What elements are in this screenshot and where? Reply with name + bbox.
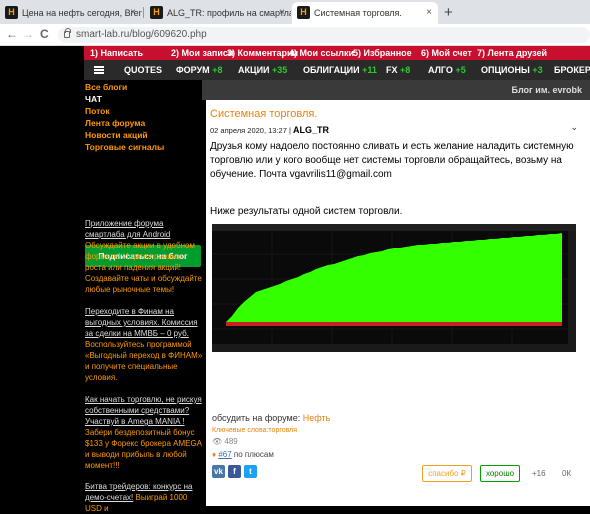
hamburger-icon[interactable]: [94, 66, 104, 74]
url-text: smart-lab.ru/blog/609620.php: [76, 29, 207, 40]
close-tab-icon[interactable]: ×: [130, 7, 136, 18]
chevron-down-icon[interactable]: ⌄: [570, 122, 578, 133]
nav-bonds[interactable]: ОБЛИГАЦИИ +11: [303, 60, 377, 80]
smartlab-favicon-icon: H: [297, 6, 310, 19]
post-body-results: Ниже результаты одной систем торговли.: [210, 206, 403, 217]
forward-arrow-icon[interactable]: →: [22, 27, 34, 41]
smartlab-favicon-icon: H: [5, 6, 18, 19]
sidebar-all-blogs[interactable]: Все блоги: [85, 82, 127, 92]
eye-icon: 👁: [212, 437, 223, 446]
post-date: 02 апреля 2020, 13:27: [210, 126, 287, 135]
chart-price-axis: [568, 231, 576, 352]
reload-icon[interactable]: C: [40, 27, 49, 41]
promo-android-link[interactable]: Приложение форума смартлаба для Android: [85, 219, 170, 239]
tab-divider: [143, 7, 144, 18]
promo-android: Приложение форума смартлаба для Android …: [85, 218, 203, 295]
facebook-share-icon[interactable]: f: [228, 465, 241, 478]
user-menu: 1) Написать 2) Мои записи 3) Комментарии…: [84, 46, 590, 60]
plus-rating: ♦ #67 по плюсам: [212, 450, 274, 459]
post-meta: 02 апреля 2020, 13:27 | ALG_TR: [210, 125, 329, 135]
promo-android-text: Обсуждайте акции в удобном формате! Ищит…: [85, 241, 202, 294]
nav-brokers[interactable]: БРОКЕРЫ: [554, 60, 590, 80]
nav-stocks[interactable]: АКЦИИ +35: [238, 60, 287, 80]
back-arrow-icon[interactable]: ←: [6, 27, 18, 41]
post-keywords[interactable]: Ключевые слова:торговля: [212, 427, 297, 434]
browser-tab-active[interactable]: H Системная торговля. ×: [292, 2, 438, 24]
menu-my-links[interactable]: 4) Мои ссылки: [289, 46, 354, 60]
browser-tab-oil[interactable]: H Цена на нефть сегодня, Brent ×: [0, 2, 142, 24]
nav-options[interactable]: ОПЦИОНЫ +3: [481, 60, 543, 80]
drawdown-bar: [226, 322, 562, 326]
fire-icon: ♦: [212, 450, 217, 459]
good-button[interactable]: хорошо: [480, 465, 520, 482]
tab-title: Цена на нефть сегодня, Brent: [22, 8, 142, 18]
plus-label: по плюсам: [233, 450, 274, 459]
sidebar-chat[interactable]: ЧАТ: [85, 94, 102, 104]
sidebar-stream[interactable]: Поток: [85, 106, 110, 116]
browser-tab-bar: H Цена на нефть сегодня, Brent × H ALG_T…: [0, 0, 590, 24]
smartlab-favicon-icon: H: [150, 6, 163, 19]
promo-amega: Как начать торговлю, не рискуя собственн…: [85, 394, 203, 471]
forum-discuss: обсудить на форуме: Нефть: [212, 413, 330, 423]
vk-share-icon[interactable]: vk: [212, 465, 225, 478]
promo-contest: Битва трейдеров: конкурс на демо-счетах!…: [85, 481, 203, 514]
promo-amega-link[interactable]: Как начать торговлю, не рискуя собственн…: [85, 395, 202, 426]
new-tab-button[interactable]: +: [444, 4, 453, 21]
plus-rank-link[interactable]: #67: [218, 450, 231, 459]
nav-forum[interactable]: ФОРУМ +8: [176, 60, 222, 80]
nav-algo[interactable]: АЛГО +5: [428, 60, 466, 80]
sidebar: Все блоги ЧАТ Поток Лента форума Новости…: [84, 80, 203, 513]
url-field[interactable]: smart-lab.ru/blog/609620.php: [58, 27, 590, 43]
close-tab-icon[interactable]: ×: [279, 7, 285, 18]
main-nav: QUOTES ФОРУМ +8 АКЦИИ +35 ОБЛИГАЦИИ +11 …: [84, 60, 590, 80]
sidebar-signals[interactable]: Торговые сигналы: [85, 142, 164, 152]
menu-friends-feed[interactable]: 7) Лента друзей: [477, 46, 547, 60]
plus-count: +16: [532, 469, 546, 478]
views-counter: 👁 489: [212, 437, 238, 446]
tab-title: ALG_TR: профиль на смартлабе: [167, 8, 291, 18]
sidebar-stock-news[interactable]: Новости акций: [85, 130, 148, 140]
nav-fx[interactable]: FX +8: [386, 60, 410, 80]
menu-comments[interactable]: 3) Комментарии: [227, 46, 298, 60]
promo-finam-link[interactable]: Переходите в Финам на выгодных условиях.…: [85, 307, 198, 338]
equity-chart-image: [212, 224, 576, 352]
thanks-button[interactable]: спасибо ₽: [422, 465, 472, 482]
address-bar: ← → C smart-lab.ru/blog/609620.php: [0, 24, 590, 46]
post-title[interactable]: Системная торговля.: [210, 108, 317, 120]
k-count: 0К: [562, 469, 572, 478]
blog-header[interactable]: Блог им. evrobk: [202, 80, 590, 100]
menu-my-posts[interactable]: 2) Мои записи: [171, 46, 233, 60]
menu-favorites[interactable]: 5) Избранное: [353, 46, 412, 60]
promo-finam-text: Воспользуйтесь программой «Выгодный пере…: [85, 340, 203, 382]
promo-amega-text: Забери бездепозитный бонус $133 у Форекс…: [85, 428, 202, 470]
discuss-link[interactable]: Нефть: [303, 413, 331, 423]
sidebar-forum-feed[interactable]: Лента форума: [85, 118, 145, 128]
tab-title: Системная торговля.: [314, 8, 402, 18]
views-count: 489: [224, 437, 238, 446]
post-body: Друзья кому надоело постоянно сливать и …: [210, 141, 574, 180]
menu-my-account[interactable]: 6) Мой счет: [421, 46, 472, 60]
meta-separator: |: [289, 126, 291, 135]
post-author[interactable]: ALG_TR: [293, 125, 329, 135]
chart-toolbar: [212, 224, 576, 231]
menu-write[interactable]: 1) Написать: [90, 46, 143, 60]
discuss-label: обсудить на форуме:: [212, 413, 301, 423]
post-card: Системная торговля. 02 апреля 2020, 13:2…: [206, 100, 590, 506]
twitter-share-icon[interactable]: t: [244, 465, 257, 478]
browser-tab-profile[interactable]: H ALG_TR: профиль на смартлабе ×: [145, 2, 291, 24]
main-column: Блог им. evrobk Системная торговля. 02 а…: [202, 80, 590, 506]
chart-time-axis: [212, 344, 568, 352]
nav-quotes[interactable]: QUOTES: [124, 60, 162, 80]
close-tab-icon[interactable]: ×: [426, 7, 432, 18]
lock-icon: [64, 28, 71, 38]
promo-finam: Переходите в Финам на выгодных условиях.…: [85, 306, 203, 383]
